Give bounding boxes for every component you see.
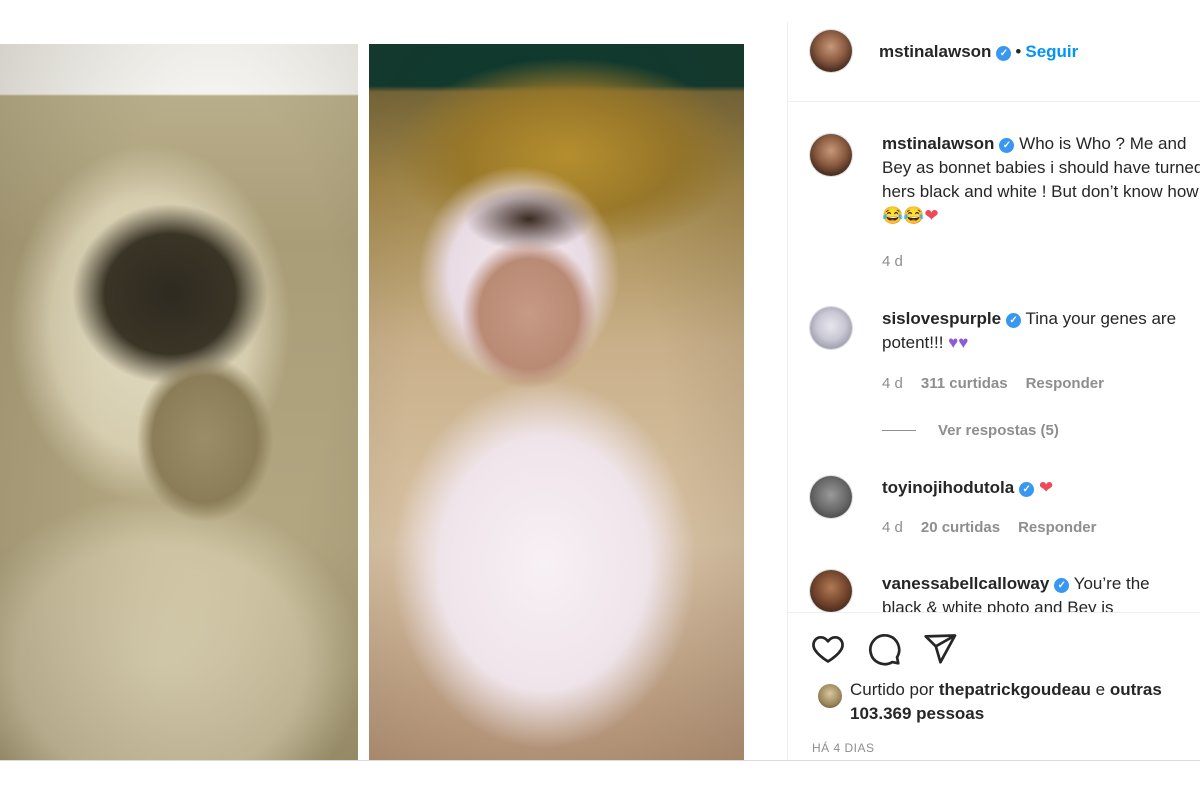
post-actions: Curtido por thepatrickgoudeau e outras 1… [788,612,1200,760]
comment-likes[interactable]: 311 curtidas [921,375,1008,392]
verified-badge-icon: ✓ [996,46,1012,61]
post-sidebar: mstinalawson ✓ • Seguir mstinalawson ✓ Who i… [787,22,1200,760]
red-heart-emoji-icon: ❤ [1038,478,1054,497]
verified-badge-icon: ✓ [1006,313,1022,328]
comment-meta: 4 d 311 curtidas Responder [882,375,1104,392]
commenter-username[interactable]: mstinalawson [882,134,994,153]
verified-badge-icon: ✓ [1019,482,1035,497]
author-username[interactable]: mstinalawson [879,42,991,61]
commenter-avatar[interactable] [810,570,852,612]
commenter-username[interactable]: vanessabellcalloway [882,574,1049,593]
paper-plane-icon[interactable] [922,631,958,667]
commenter-avatar[interactable] [810,307,852,349]
laughing-emoji-icon: 😂😂 [882,206,925,225]
comment-time[interactable]: 4 d [882,253,903,270]
author-avatar[interactable] [810,30,852,72]
comment-meta: 4 d [882,253,903,270]
reply-button[interactable]: Responder [1018,519,1096,536]
comment-time[interactable]: 4 d [882,519,903,536]
commenter-avatar[interactable] [810,476,852,518]
comments-list: mstinalawson ✓ Who is Who ? Me and Bey as… [788,102,1200,612]
divider [0,760,1200,761]
comment-likes[interactable]: 20 curtidas [921,519,1000,536]
reply-button[interactable]: Responder [1026,375,1104,392]
likes-prefix: Curtido por [850,680,935,699]
heart-outline-icon[interactable] [810,631,846,667]
likes-summary: Curtido por thepatrickgoudeau e outras 1… [850,678,1190,726]
liker-avatar[interactable] [818,684,842,708]
comment-bubble-icon[interactable] [866,631,902,667]
follow-button[interactable]: Seguir [1025,42,1078,61]
separator-dot: • [1015,42,1022,61]
commenter-username[interactable]: sislovespurple [882,309,1001,328]
verified-badge-icon: ✓ [999,138,1015,153]
post-timestamp[interactable]: HÁ 4 DIAS [812,741,875,755]
red-heart-emoji-icon: ❤ [924,206,939,225]
post-media[interactable] [0,44,786,760]
view-replies-label: Ver respostas (5) [938,422,1059,439]
vintage-baby-photo [0,44,358,760]
likes-conjunction: e [1095,680,1106,699]
purple-heart-emoji-icon: ♥♥ [948,333,969,352]
post-header: mstinalawson ✓ • Seguir [788,22,1200,102]
view-replies-button[interactable]: Ver respostas (5) [882,422,1059,439]
verified-badge-icon: ✓ [1054,578,1070,593]
commenter-avatar[interactable] [810,134,852,176]
comment-meta: 4 d 20 curtidas Responder [882,519,1096,536]
commenter-username[interactable]: toyinojihodutola [882,478,1014,497]
liker-username[interactable]: thepatrickgoudeau [939,680,1091,699]
color-baby-photo [369,44,744,760]
replies-divider [882,430,916,431]
comment-time[interactable]: 4 d [882,375,903,392]
